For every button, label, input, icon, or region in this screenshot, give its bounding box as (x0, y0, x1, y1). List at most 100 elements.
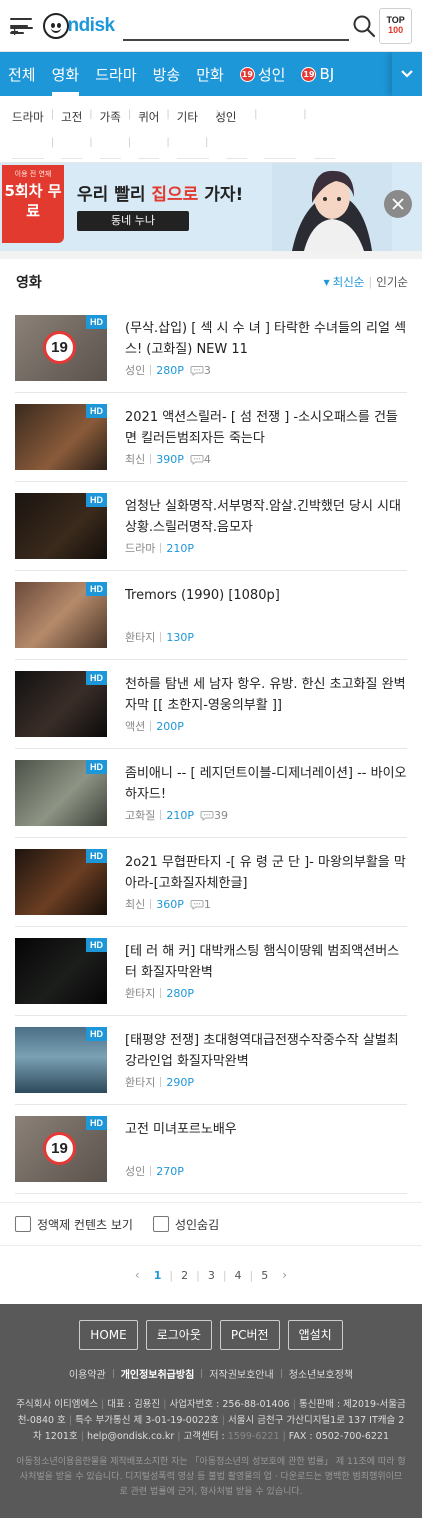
list-item[interactable]: HD 좀비애니 -- [ 레지던트이블-디제너레이션] -- 바이오하자드! 고화질… (15, 749, 407, 838)
list-item[interactable]: HD 19 고전 미녀포르노배우 성인 270P (15, 1105, 407, 1194)
list-item[interactable]: HD 19 (무삭.삽입) [ 섹 시 수 녀 ] 타락한 수녀들의 리얼 섹스! … (15, 304, 407, 393)
page-number[interactable]: 4 (231, 1269, 246, 1282)
checkbox-box[interactable] (152, 1216, 169, 1232)
item-title[interactable]: (무삭.삽입) [ 섹 시 수 녀 ] 타락한 수녀들의 리얼 섹스! (고화질… (125, 318, 407, 360)
close-icon[interactable] (384, 190, 412, 218)
hd-badge: HD (86, 938, 107, 952)
hide-adult-checkbox[interactable]: 성인숨김 (152, 1216, 219, 1233)
hd-badge: HD (86, 849, 107, 863)
comment-count: 1 (190, 898, 211, 911)
list-item[interactable]: HD [태평양 전쟁] 초대형역대급전쟁수작중수작 살벌최강라인업 화질자막완벽환… (15, 1016, 407, 1105)
item-info: 2021 액션스릴러- [ 섬 전쟁 ] -소시오패스를 건들면 킬러든범죄자든… (125, 404, 407, 481)
page-number[interactable]: 2 (177, 1269, 192, 1282)
item-title[interactable]: 2o21 무협판타지 -[ 유 령 군 단 ]- 마왕의부활을 막아라-[고화질… (125, 852, 407, 894)
item-title[interactable]: 엄청난 실화명작.서부명작.암살.긴박했던 당시 시대상황.스릴러명작.음모자 (125, 496, 407, 538)
flat-rate-checkbox[interactable]: 정액제 컨텐츠 보기 (15, 1216, 133, 1233)
item-title[interactable]: Tremors (1990) [1080p] (125, 585, 407, 627)
logo[interactable]: ndisk (43, 12, 115, 39)
item-title[interactable]: 천하를 탐낸 세 남자 항우. 유방. 한신 초고화질 완벽자막 [[ 초한지-… (125, 674, 407, 716)
comment-count: 39 (200, 809, 228, 822)
privacy-link[interactable]: 개인정보취급방침 (121, 1366, 195, 1381)
list-item[interactable]: HD 2o21 무협판타지 -[ 유 령 군 단 ]- 마왕의부활을 막아라-[고… (15, 838, 407, 927)
page-number[interactable]: 1 (150, 1269, 166, 1282)
logout-button[interactable]: 로그아웃 (145, 1320, 212, 1350)
checkbox-box[interactable] (15, 1216, 31, 1232)
thumbnail[interactable]: HD 19 (15, 315, 107, 381)
thumbnail[interactable]: HD (15, 671, 107, 737)
sub-category-separator: | (127, 136, 132, 148)
home-button[interactable]: HOME (79, 1320, 138, 1350)
category-comic[interactable]: 만화 (188, 52, 232, 96)
banner-title-highlight: 집으로 (151, 185, 199, 205)
page-number[interactable]: 5 (257, 1269, 272, 1282)
top100-button[interactable]: TOP 100 (379, 7, 412, 44)
hd-badge: HD (86, 671, 107, 685)
page-number[interactable]: 3 (204, 1269, 219, 1282)
page-separator: | (222, 1268, 227, 1282)
category-label: 방송 (152, 65, 181, 84)
item-title[interactable]: [태평양 전쟁] 초대형역대급전쟁수작중수작 살벌최강라인업 화질자막완벽 (125, 1030, 407, 1072)
category-all[interactable]: 전체 (0, 52, 44, 96)
sub-category-separator: | (254, 108, 258, 120)
thumbnail[interactable]: HD (15, 404, 107, 470)
copyright-link[interactable]: 저작권보호안내 (209, 1366, 273, 1381)
thumbnail[interactable]: HD (15, 849, 107, 915)
sort-popular[interactable]: 인기순 (376, 274, 408, 290)
menu-icon[interactable]: + (10, 15, 34, 37)
list-header: 영화 최신순 | 인기순 (0, 259, 422, 304)
pc-version-button[interactable]: PC버전 (219, 1320, 280, 1350)
item-info: 좀비애니 -- [ 레지던트이블-디제너레이션] -- 바이오하자드! 고화질 21… (125, 760, 407, 837)
list-item[interactable]: HD Tremors (1990) [1080p] 환타지 130P (15, 571, 407, 660)
thumbnail[interactable]: HD (15, 938, 107, 1004)
cs-number[interactable]: 1599-6221 (228, 1431, 280, 1442)
item-title[interactable]: 2021 액션스릴러- [ 섬 전쟁 ] -소시오패스를 건들면 킬러든범죄자든… (125, 407, 407, 449)
item-title[interactable]: [테 러 해 커] 대박캐스팅 햄식이땅웨 범죄액션버스터 화질자막완벽 (125, 941, 407, 983)
thumbnail[interactable]: HD (15, 493, 107, 559)
flat-rate-label: 정액제 컨텐츠 보기 (37, 1217, 133, 1232)
meta-divider (150, 454, 152, 464)
list-item[interactable]: HD 천하를 탐낸 세 남자 항우. 유방. 한신 초고화질 완벽자막 [[ 초한… (15, 660, 407, 749)
item-info: 엄청난 실화명작.서부명작.암살.긴박했던 당시 시대상황.스릴러명작.음모자 드… (125, 493, 407, 570)
adult-19-icon: 19 (43, 331, 76, 364)
category-drama[interactable]: 드라마 (87, 52, 144, 96)
sub-category-separator: | (166, 108, 170, 120)
list-item[interactable]: HD 2021 액션스릴러- [ 섬 전쟁 ] -소시오패스를 건들면 킬러든범죄… (15, 393, 407, 482)
email[interactable]: help@ondisk.co.kr (87, 1431, 174, 1442)
hd-badge: HD (86, 493, 107, 507)
sort-latest[interactable]: 최신순 (323, 274, 365, 290)
chevron-down-icon[interactable] (392, 52, 422, 96)
list-item[interactable]: HD [테 러 해 커] 대박캐스팅 햄식이땅웨 범죄액션버스터 화질자막완벽 환타… (15, 927, 407, 1016)
youth-protection-link[interactable]: 청소년보호정책 (289, 1366, 353, 1381)
thumbnail[interactable]: HD 19 (15, 1116, 107, 1182)
list-item[interactable]: HD 엄청난 실화명작.서부명작.암살.긴박했던 당시 시대상황.스릴러명작.음모… (15, 482, 407, 571)
category-movie[interactable]: 영화 (44, 52, 88, 96)
filter-bar: 정액제 컨텐츠 보기 성인숨김 (0, 1202, 422, 1246)
banner-title-part: 가자! (198, 185, 244, 205)
banner-subtitle: 동네 누나 (77, 211, 189, 231)
app-install-button[interactable]: 앱설치 (287, 1320, 343, 1350)
search-icon[interactable] (349, 9, 380, 43)
thumbnail[interactable]: HD (15, 1027, 107, 1093)
meta-divider (150, 1166, 152, 1176)
ceo-label: 대표 : (107, 1399, 131, 1410)
thumbnail[interactable]: HD (15, 760, 107, 826)
item-title[interactable]: 좀비애니 -- [ 레지던트이블-디제너레이션] -- 바이오하자드! (125, 763, 407, 805)
banner-title: 우리 빨리 집으로 가자! (77, 180, 243, 205)
thumbnail[interactable]: HD (15, 582, 107, 648)
bizno: 256-88-01406 (222, 1399, 290, 1410)
search-input[interactable] (122, 10, 349, 41)
item-meta: 최신 360P 1 (125, 896, 407, 912)
next-page-icon[interactable]: › (272, 1268, 297, 1282)
hd-badge: HD (86, 582, 107, 596)
prev-page-icon[interactable]: ‹ (125, 1268, 150, 1282)
sub-category-separator: | (50, 108, 55, 120)
item-title[interactable]: 고전 미녀포르노배우 (125, 1119, 407, 1161)
sub-category-separator: | (89, 108, 93, 120)
category-bj[interactable]: 19 BJ (293, 52, 342, 96)
category-broadcast[interactable]: 방송 (145, 52, 189, 96)
category-adult[interactable]: 19 성인 (232, 52, 294, 96)
free-episodes-badge: 이용 전 연재 5회차 무료 (2, 165, 64, 243)
terms-link[interactable]: 이용약관 (69, 1366, 106, 1381)
promo-banner[interactable]: 이용 전 연재 5회차 무료 우리 빨리 집으로 가자! 동네 누나 (0, 163, 422, 251)
item-meta: 환타지 290P (125, 1074, 407, 1090)
